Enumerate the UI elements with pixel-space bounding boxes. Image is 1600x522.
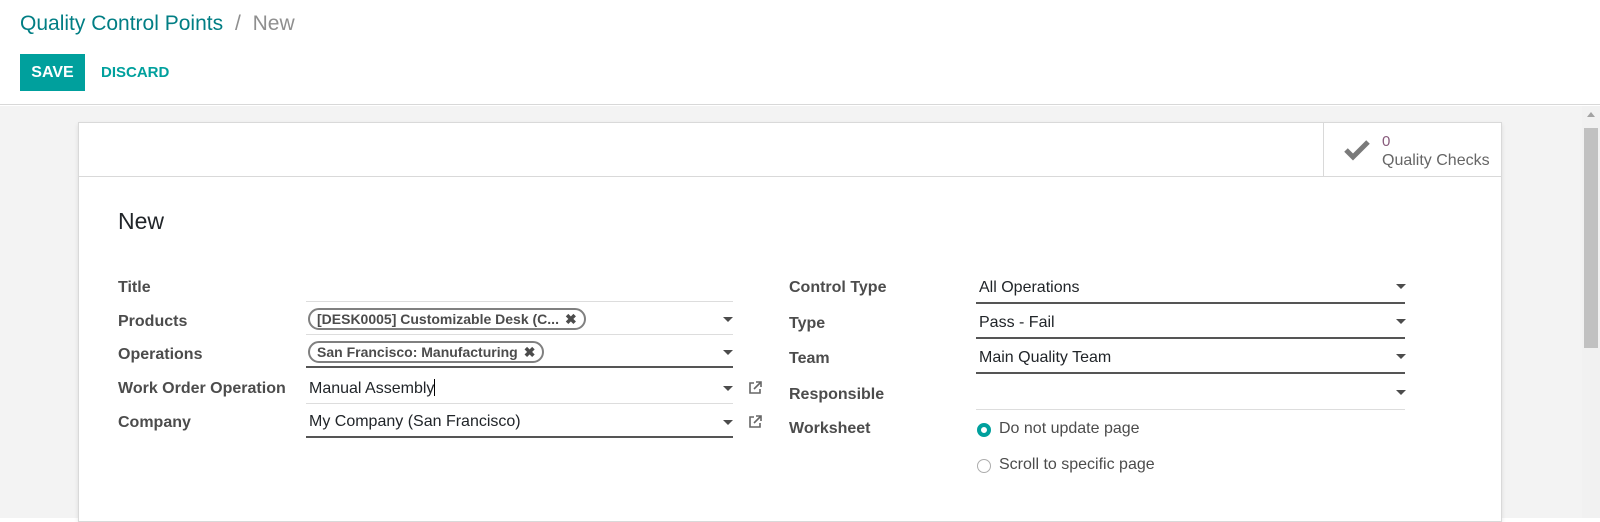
quality-checks-button[interactable]: 0 Quality Checks <box>1323 123 1501 176</box>
control-type-select[interactable]: All Operations <box>976 272 1406 304</box>
product-tag-label: [DESK0005] Customizable Desk (C... <box>317 311 559 327</box>
company-value: My Company (San Francisco) <box>309 413 521 430</box>
breadcrumb-parent-link[interactable]: Quality Control Points <box>20 12 223 35</box>
work-order-operation-label: Work Order Operation <box>118 380 286 397</box>
product-tag: [DESK0005] Customizable Desk (C... ✖ <box>308 308 586 330</box>
control-panel: Quality Control Points / New SAVE DISCAR… <box>0 0 1600 105</box>
title-label: Title <box>118 279 151 296</box>
team-value: Main Quality Team <box>979 349 1112 366</box>
record-title: New <box>118 208 165 234</box>
external-link-icon[interactable] <box>747 380 763 401</box>
remove-tag-icon[interactable]: ✖ <box>565 311 577 327</box>
breadcrumb-separator: / <box>234 12 241 35</box>
chevron-down-icon[interactable] <box>723 386 733 391</box>
chevron-down-icon[interactable] <box>723 317 733 322</box>
responsible-label: Responsible <box>789 386 885 403</box>
quality-checks-label: Quality Checks <box>1382 152 1490 169</box>
work-order-operation-value: Manual Assembly <box>309 379 436 397</box>
type-value: Pass - Fail <box>979 314 1055 331</box>
check-icon <box>1344 139 1370 166</box>
products-field[interactable]: [DESK0005] Customizable Desk (C... ✖ <box>306 303 733 335</box>
save-button[interactable]: SAVE <box>20 54 85 91</box>
work-order-operation-field[interactable]: Manual Assembly <box>306 372 733 404</box>
control-type-label: Control Type <box>789 279 887 296</box>
responsible-field[interactable] <box>976 378 1406 410</box>
radio-scroll-to-specific-page[interactable] <box>977 459 991 473</box>
chevron-down-icon[interactable] <box>723 350 733 355</box>
vertical-scrollbar[interactable] <box>1582 106 1600 518</box>
team-field[interactable]: Main Quality Team <box>976 342 1406 374</box>
type-label: Type <box>789 315 826 332</box>
radio-do-not-update-page[interactable] <box>977 423 991 437</box>
operation-tag: San Francisco: Manufacturing ✖ <box>308 341 545 363</box>
company-label: Company <box>118 414 191 431</box>
remove-tag-icon[interactable]: ✖ <box>524 344 536 360</box>
chevron-down-icon[interactable] <box>1396 319 1406 324</box>
products-label: Products <box>118 313 188 330</box>
worksheet-label: Worksheet <box>789 420 871 437</box>
operations-field[interactable]: San Francisco: Manufacturing ✖ <box>306 336 733 368</box>
scrollbar-thumb[interactable] <box>1584 128 1598 348</box>
chevron-down-icon[interactable] <box>723 420 733 425</box>
breadcrumb-current: New <box>252 12 295 35</box>
type-field[interactable]: Pass - Fail <box>976 307 1406 339</box>
chevron-down-icon[interactable] <box>1396 284 1406 289</box>
operations-label: Operations <box>118 346 203 363</box>
team-label: Team <box>789 350 830 367</box>
button-box: 0 Quality Checks <box>79 123 1501 177</box>
radio-label-do-not-update-page: Do not update page <box>999 420 1140 437</box>
radio-label-scroll-to-specific-page: Scroll to specific page <box>999 456 1155 473</box>
scroll-up-arrow-icon[interactable] <box>1587 112 1595 117</box>
external-link-icon[interactable] <box>747 414 763 435</box>
breadcrumb: Quality Control Points / New <box>20 12 295 36</box>
discard-button[interactable]: DISCARD <box>95 54 175 91</box>
quality-checks-count: 0 <box>1382 133 1391 150</box>
control-type-value: All Operations <box>979 279 1080 296</box>
chevron-down-icon[interactable] <box>1396 354 1406 359</box>
chevron-down-icon[interactable] <box>1396 390 1406 395</box>
operation-tag-label: San Francisco: Manufacturing <box>317 344 518 360</box>
company-field[interactable]: My Company (San Francisco) <box>306 406 733 438</box>
title-field[interactable] <box>306 270 733 302</box>
